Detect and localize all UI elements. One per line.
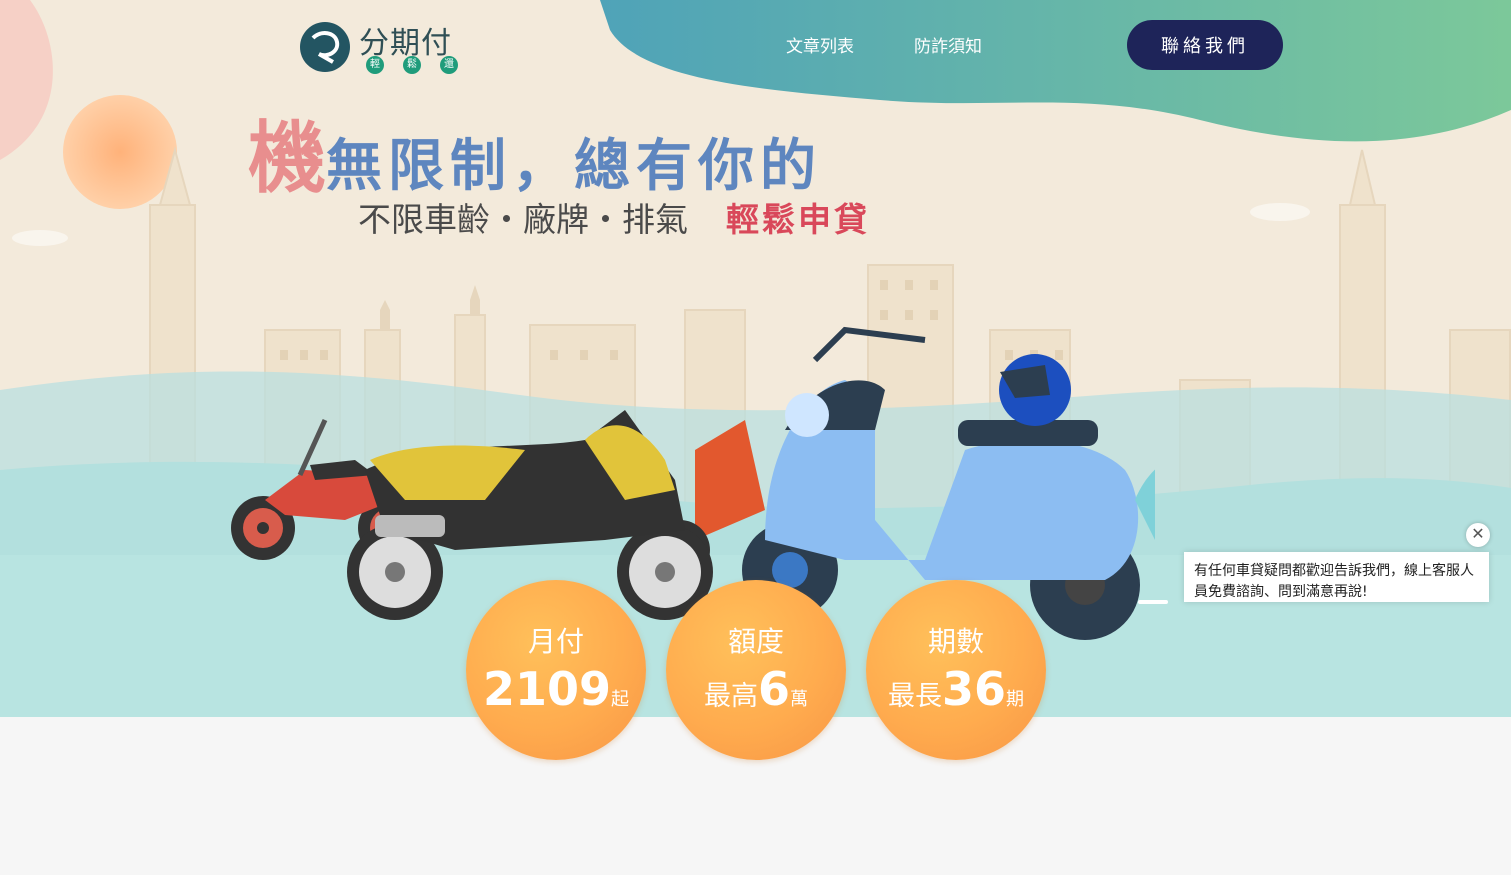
subline-highlight: 輕鬆申貸 xyxy=(726,200,870,239)
hero-subline: 不限車齡・廠牌・排氣 輕鬆申貸 xyxy=(358,193,870,241)
nav-item-fraud-notice[interactable]: 防詐須知 xyxy=(914,32,982,57)
stat-prefix: 最高 xyxy=(703,681,758,712)
motorcycles-illustration xyxy=(231,326,1155,640)
headline-text: 無限制，總有你的 xyxy=(326,134,823,199)
stat-value: 最高6萬 xyxy=(666,662,846,716)
stat-title: 期數 xyxy=(927,625,984,658)
logo-sub-char: 鬆 xyxy=(403,56,421,74)
chat-message: 有任何車貸疑問都歡迎告訴我們，線上客服人員免費諮詢、問到滿意再說! xyxy=(1194,563,1474,600)
main-nav: 文章列表 防詐須知 xyxy=(786,32,982,57)
stat-number: 36 xyxy=(941,662,1006,716)
stat-number: 6 xyxy=(757,662,790,716)
nav-item-articles[interactable]: 文章列表 xyxy=(786,32,854,57)
hero-headline: 機無限制，總有你的 xyxy=(248,96,822,208)
subline-text: 不限車齡・廠牌・排氣 xyxy=(358,200,688,239)
stat-installments: 期數 最長36期 xyxy=(866,580,1046,760)
stat-value: 最長36期 xyxy=(866,662,1046,716)
headline-big-char: 機 xyxy=(248,114,327,204)
logo-sub-char: 還 xyxy=(440,56,458,74)
contact-us-button[interactable]: 聯絡我們 xyxy=(1127,20,1283,70)
stat-loan-limit: 額度 最高6萬 xyxy=(666,580,846,760)
stat-monthly-payment: 月付 2109起 xyxy=(466,580,646,760)
chat-close-button[interactable]: ✕ xyxy=(1466,523,1490,547)
logo-subtitle: 輕 鬆 還 xyxy=(366,56,458,74)
stat-suffix: 期 xyxy=(1006,689,1024,710)
stat-prefix: 最長 xyxy=(887,681,942,712)
stat-suffix: 萬 xyxy=(790,689,808,710)
logo-sub-char: 輕 xyxy=(366,56,384,74)
stat-suffix: 起 xyxy=(611,689,630,710)
chat-bubble[interactable]: 有任何車貸疑問都歡迎告訴我們，線上客服人員免費諮詢、問到滿意再說! xyxy=(1184,552,1489,602)
stat-number: 2109 xyxy=(482,662,612,716)
stat-value: 2109起 xyxy=(466,662,646,716)
stat-title: 月付 xyxy=(527,625,584,658)
close-icon: ✕ xyxy=(1471,526,1485,543)
stat-title: 額度 xyxy=(727,625,784,658)
logo-mark-icon xyxy=(300,22,350,72)
brand-logo[interactable]: 分期付 輕 鬆 還 xyxy=(297,18,477,78)
chat-bubble-tail xyxy=(1138,600,1168,604)
